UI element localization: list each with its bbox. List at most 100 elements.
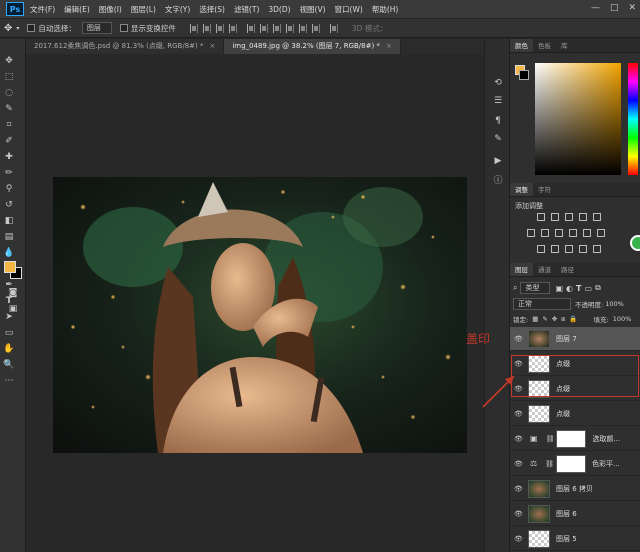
healing-brush-tool-icon[interactable]: ✚ xyxy=(3,151,15,163)
layer-name[interactable]: 选取颜... xyxy=(592,434,620,444)
menu-3d[interactable]: 3D(D) xyxy=(268,5,290,14)
distribute-top-icon[interactable] xyxy=(246,23,255,33)
layer-row[interactable]: 👁 ▣ ⛓ 选取颜... xyxy=(510,427,640,451)
gradient-tool-icon[interactable]: ▤ xyxy=(3,231,15,243)
layer-row[interactable]: 👁 点缀 xyxy=(510,402,640,426)
bg-color-chip[interactable] xyxy=(519,70,529,80)
align-vcenter-icon[interactable] xyxy=(202,23,211,33)
eyedropper-tool-icon[interactable]: ✐ xyxy=(3,135,15,147)
move-tool-icon[interactable]: ✥ xyxy=(4,23,12,34)
brush-tool-icon[interactable]: ✏ xyxy=(3,167,15,179)
vibrance-icon[interactable] xyxy=(593,213,601,221)
tab-libraries[interactable]: 库 xyxy=(556,39,573,52)
menu-edit[interactable]: 编辑(E) xyxy=(64,4,90,15)
black-white-icon[interactable] xyxy=(555,229,563,237)
lasso-tool-icon[interactable]: ◌ xyxy=(3,87,15,99)
distribute-right-icon[interactable] xyxy=(311,23,320,33)
lock-artboard-icon[interactable]: ⧈ xyxy=(561,315,565,324)
eye-icon[interactable]: 👁 xyxy=(514,435,524,443)
edit-toolbar-icon[interactable]: ⋯ xyxy=(3,375,15,387)
lock-all-icon[interactable]: 🔒 xyxy=(569,315,577,323)
layer-row[interactable]: 👁 图层 7 xyxy=(510,327,640,351)
eye-icon[interactable]: 👁 xyxy=(514,410,524,418)
brightness-icon[interactable] xyxy=(537,213,545,221)
quick-mask-icon[interactable]: ◙ xyxy=(7,287,19,299)
selective-color-icon[interactable] xyxy=(593,245,601,253)
auto-align-icon[interactable] xyxy=(329,23,338,33)
color-field[interactable] xyxy=(535,63,621,175)
blend-mode-dropdown[interactable]: 正常 xyxy=(513,298,571,310)
align-top-icon[interactable] xyxy=(189,23,198,33)
menu-select[interactable]: 选择(S) xyxy=(199,4,225,15)
distribute-bottom-icon[interactable] xyxy=(272,23,281,33)
quick-select-tool-icon[interactable]: ✎ xyxy=(3,103,15,115)
screen-mode-icon[interactable]: ▣ xyxy=(7,303,19,315)
filter-shape-icon[interactable]: ▭ xyxy=(585,284,593,293)
minimize-button[interactable]: — xyxy=(591,3,600,13)
filter-type-icon[interactable]: T xyxy=(576,284,581,293)
threshold-icon[interactable] xyxy=(565,245,573,253)
properties-panel-icon[interactable]: ☰ xyxy=(492,95,504,107)
hand-tool-icon[interactable]: ✋ xyxy=(3,343,15,355)
zoom-tool-icon[interactable]: 🔍 xyxy=(3,359,15,371)
auto-select-checkbox[interactable] xyxy=(27,24,36,32)
layer-name[interactable]: 图层 6 拷贝 xyxy=(556,484,593,494)
tab-channels[interactable]: 通道 xyxy=(533,263,556,276)
menu-layer[interactable]: 图层(L) xyxy=(131,4,156,15)
filter-smart-icon[interactable]: ⧉ xyxy=(595,283,601,293)
distribute-hcenter-icon[interactable] xyxy=(298,23,307,33)
layer-name[interactable]: 图层 6 xyxy=(556,509,577,519)
brush-panel-icon[interactable]: ✎ xyxy=(492,133,504,145)
layer-row[interactable]: 👁 图层 6 xyxy=(510,502,640,526)
move-tool-icon[interactable]: ✥ xyxy=(3,55,15,67)
invert-icon[interactable] xyxy=(537,245,545,253)
menu-type[interactable]: 文字(Y) xyxy=(165,4,190,15)
history-panel-icon[interactable]: ⟲ xyxy=(492,77,504,89)
layer-name[interactable]: 点缀 xyxy=(556,409,570,419)
shape-tool-icon[interactable]: ▭ xyxy=(3,327,15,339)
filter-adjust-icon[interactable]: ◐ xyxy=(566,284,573,293)
filter-pixel-icon[interactable]: ▣ xyxy=(555,284,563,293)
hue-saturation-icon[interactable] xyxy=(527,229,535,237)
crop-tool-icon[interactable]: ⌗ xyxy=(3,119,15,131)
opacity-field[interactable]: 100% xyxy=(605,300,624,308)
levels-icon[interactable] xyxy=(551,213,559,221)
close-tab-icon[interactable]: × xyxy=(209,42,215,50)
eye-icon[interactable]: 👁 xyxy=(514,335,524,343)
align-left-icon[interactable] xyxy=(228,23,237,33)
foreground-color-swatch[interactable] xyxy=(4,261,16,273)
history-brush-tool-icon[interactable]: ↺ xyxy=(3,199,15,211)
eye-icon[interactable]: 👁 xyxy=(514,510,524,518)
channel-mixer-icon[interactable] xyxy=(583,229,591,237)
distribute-left-icon[interactable] xyxy=(285,23,294,33)
tab-character[interactable]: 字符 xyxy=(533,183,556,196)
auto-select-dropdown[interactable]: 图层 xyxy=(81,22,112,34)
distribute-vcenter-icon[interactable] xyxy=(259,23,268,33)
paragraph-panel-icon[interactable]: ¶ xyxy=(492,115,504,127)
lock-transparent-icon[interactable]: ▦ xyxy=(532,315,538,323)
layer-name[interactable]: 图层 5 xyxy=(556,534,577,544)
blur-tool-icon[interactable]: 💧 xyxy=(3,247,15,259)
menu-filter[interactable]: 滤镜(T) xyxy=(234,4,259,15)
lock-position-icon[interactable]: ✥ xyxy=(552,315,557,323)
actions-panel-icon[interactable]: ▶ xyxy=(492,155,504,167)
layer-row[interactable]: 👁 图层 5 xyxy=(510,527,640,551)
document-image[interactable] xyxy=(53,177,467,453)
layer-row[interactable]: 👁 图层 6 拷贝 xyxy=(510,477,640,501)
marquee-tool-icon[interactable]: ⬚ xyxy=(3,71,15,83)
menu-file[interactable]: 文件(F) xyxy=(30,4,55,15)
info-panel-icon[interactable]: ⓘ xyxy=(492,173,504,186)
hue-slider[interactable] xyxy=(628,63,638,175)
eye-icon[interactable]: 👁 xyxy=(514,535,524,543)
menu-help[interactable]: 帮助(H) xyxy=(372,4,399,15)
eye-icon[interactable]: 👁 xyxy=(514,460,524,468)
tool-preset-chevron-icon[interactable]: ▾ xyxy=(16,25,19,32)
tab-document-2[interactable]: img_0489.jpg @ 38.2% (图层 7, RGB/8#) * × xyxy=(224,39,401,54)
close-tab-icon[interactable]: × xyxy=(386,42,392,50)
photo-filter-icon[interactable] xyxy=(569,229,577,237)
tab-layers[interactable]: 图层 xyxy=(510,263,533,276)
tab-adjustments[interactable]: 调整 xyxy=(510,183,533,196)
exposure-icon[interactable] xyxy=(579,213,587,221)
color-lookup-icon[interactable] xyxy=(597,229,605,237)
fill-field[interactable]: 100% xyxy=(613,315,632,323)
